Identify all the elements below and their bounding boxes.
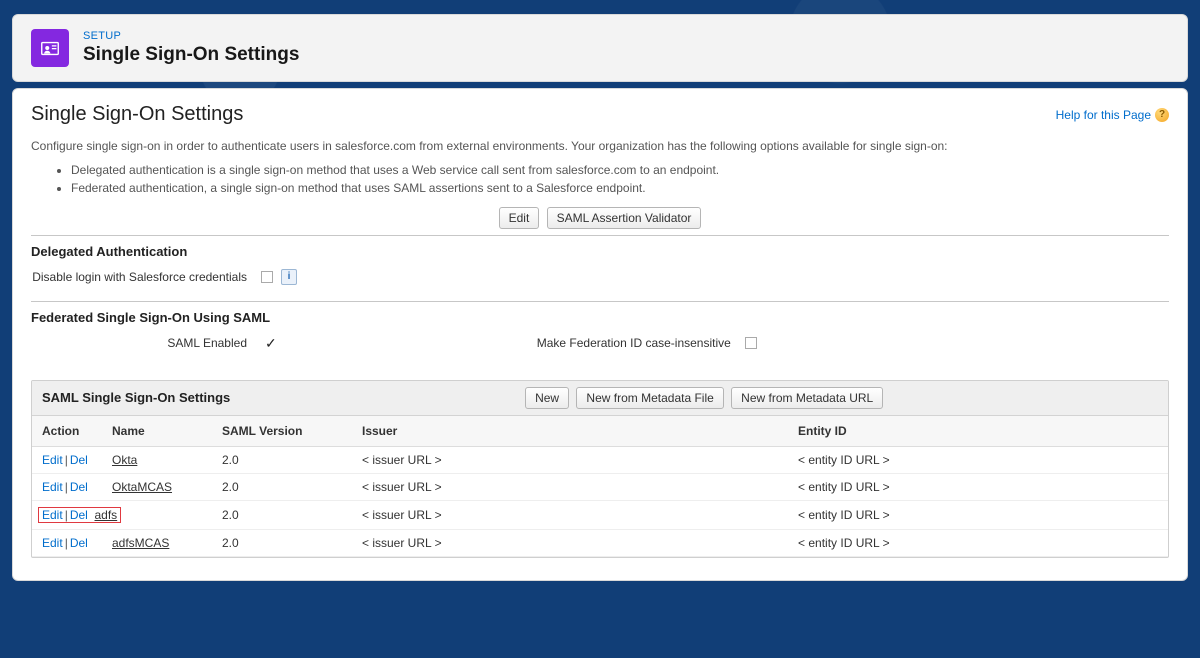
new-from-file-button[interactable]: New from Metadata File	[576, 387, 723, 409]
sso-options-list: Delegated authentication is a single sig…	[71, 161, 1169, 197]
checkmark-icon: ✓	[261, 335, 277, 352]
row-edit-link[interactable]: Edit	[42, 536, 63, 550]
row-edit-link[interactable]: Edit	[42, 453, 63, 467]
help-icon: ?	[1155, 108, 1169, 122]
row-edit-link[interactable]: Edit	[42, 508, 63, 522]
setup-header: SETUP Single Sign-On Settings	[12, 14, 1188, 82]
row-issuer: < issuer URL >	[352, 529, 788, 556]
table-row: Edit|DelOkta2.0< issuer URL >< entity ID…	[32, 446, 1168, 473]
row-del-link[interactable]: Del	[70, 453, 88, 467]
header-title: Single Sign-On Settings	[83, 44, 299, 66]
table-row: Edit|DeladfsMCAS2.0< issuer URL >< entit…	[32, 529, 1168, 556]
header-eyebrow: SETUP	[83, 30, 299, 42]
row-entity: < entity ID URL >	[788, 446, 1168, 473]
federated-section: Federated Single Sign-On Using SAML	[31, 306, 1169, 329]
disable-login-label: Disable login with Salesforce credential…	[31, 270, 261, 284]
row-del-link[interactable]: Del	[70, 480, 88, 494]
row-name-link[interactable]: adfs	[95, 508, 118, 522]
delegated-auth-section: Delegated Authentication	[31, 240, 1169, 263]
saml-table-title: SAML Single Sign-On Settings	[42, 390, 230, 405]
table-row: Edit|DelOktaMCAS2.0< issuer URL >< entit…	[32, 473, 1168, 500]
row-entity: < entity ID URL >	[788, 529, 1168, 556]
help-link[interactable]: Help for this Page ?	[1056, 108, 1169, 122]
row-edit-link[interactable]: Edit	[42, 480, 63, 494]
row-entity: < entity ID URL >	[788, 473, 1168, 500]
id-card-icon	[31, 29, 69, 67]
col-issuer: Issuer	[352, 416, 788, 447]
info-icon[interactable]: i	[281, 269, 297, 285]
intro-text: Configure single sign-on in order to aut…	[31, 138, 1169, 155]
disable-login-checkbox[interactable]	[261, 271, 273, 283]
row-issuer: < issuer URL >	[352, 473, 788, 500]
col-entity: Entity ID	[788, 416, 1168, 447]
col-name: Name	[102, 416, 212, 447]
row-entity: < entity ID URL >	[788, 500, 1168, 529]
bullet-delegated: Delegated authentication is a single sig…	[71, 161, 1169, 179]
new-button[interactable]: New	[525, 387, 569, 409]
row-version: 2.0	[212, 529, 352, 556]
row-version: 2.0	[212, 446, 352, 473]
page-title: Single Sign-On Settings	[31, 103, 243, 126]
row-issuer: < issuer URL >	[352, 446, 788, 473]
bullet-federated: Federated authentication, a single sign-…	[71, 179, 1169, 197]
saml-validator-button[interactable]: SAML Assertion Validator	[547, 207, 702, 229]
saml-sso-settings-panel: SAML Single Sign-On Settings New New fro…	[31, 380, 1169, 558]
table-row: Edit|Del adfs2.0< issuer URL >< entity I…	[32, 500, 1168, 529]
row-issuer: < issuer URL >	[352, 500, 788, 529]
saml-table: Action Name SAML Version Issuer Entity I…	[32, 416, 1168, 557]
row-name-link[interactable]: Okta	[112, 453, 137, 467]
row-name-link[interactable]: OktaMCAS	[112, 480, 172, 494]
fed-case-checkbox[interactable]	[745, 337, 757, 349]
row-del-link[interactable]: Del	[70, 508, 88, 522]
top-button-row: Edit SAML Assertion Validator	[31, 207, 1169, 229]
help-link-label: Help for this Page	[1056, 108, 1151, 122]
saml-enabled-label: SAML Enabled	[31, 336, 261, 350]
fed-case-label: Make Federation ID case-insensitive	[537, 336, 731, 350]
row-del-link[interactable]: Del	[70, 536, 88, 550]
row-name-link[interactable]: adfsMCAS	[112, 536, 169, 550]
col-action: Action	[32, 416, 102, 447]
row-version: 2.0	[212, 473, 352, 500]
row-version: 2.0	[212, 500, 352, 529]
new-from-url-button[interactable]: New from Metadata URL	[731, 387, 883, 409]
content-panel: Single Sign-On Settings Help for this Pa…	[12, 88, 1188, 581]
col-version: SAML Version	[212, 416, 352, 447]
edit-button[interactable]: Edit	[499, 207, 540, 229]
